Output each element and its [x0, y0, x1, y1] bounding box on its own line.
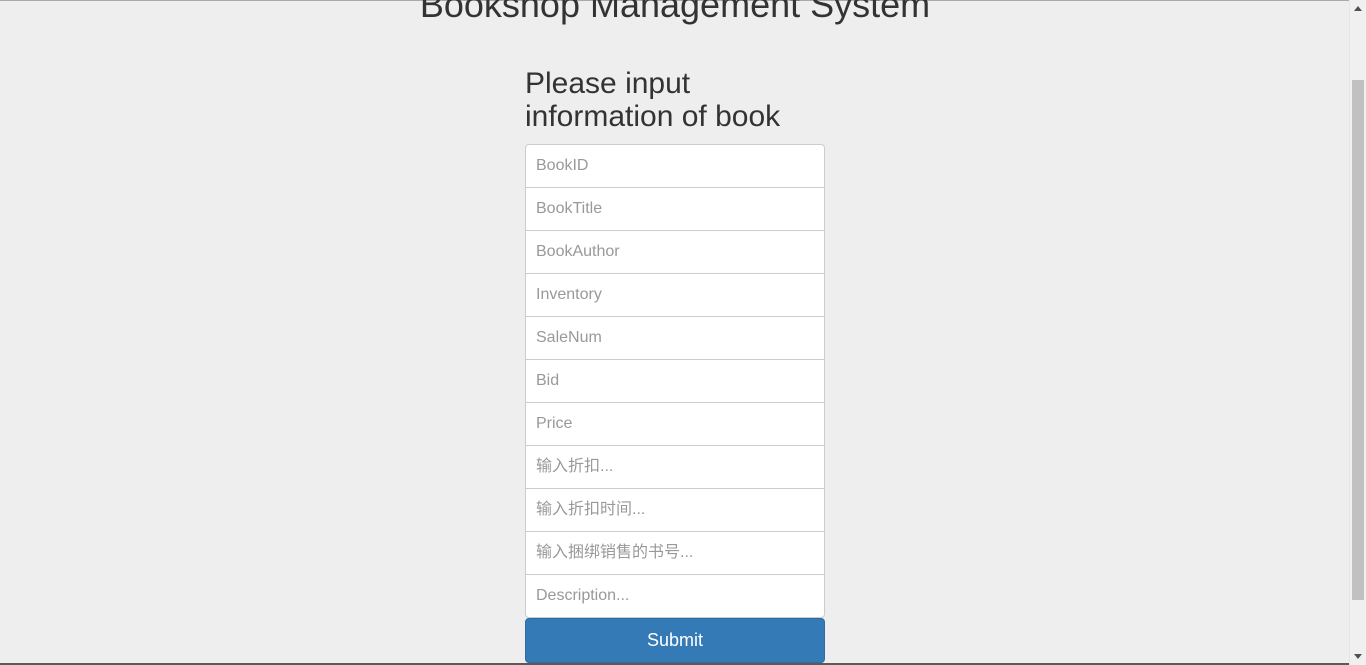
form-heading: Please input information of book: [525, 67, 781, 133]
book-id-input[interactable]: [525, 144, 825, 188]
bid-input[interactable]: [525, 359, 825, 403]
submit-button[interactable]: Submit: [525, 618, 825, 663]
arrow-down-icon[interactable]: [1350, 648, 1366, 665]
book-info-form: [525, 144, 825, 618]
vertical-scrollbar[interactable]: [1349, 0, 1366, 665]
price-input[interactable]: [525, 402, 825, 446]
book-author-input[interactable]: [525, 230, 825, 274]
description-input[interactable]: [525, 574, 825, 618]
arrow-up-icon[interactable]: [1350, 0, 1366, 17]
bundle-book-id-input[interactable]: [525, 531, 825, 575]
site-title: Bookshop Management System: [419, 0, 931, 25]
page: Bookshop Management System Please input …: [0, 0, 1366, 665]
inventory-input[interactable]: [525, 273, 825, 317]
sale-num-input[interactable]: [525, 316, 825, 360]
discount-input[interactable]: [525, 445, 825, 489]
scrollbar-thumb[interactable]: [1352, 80, 1364, 600]
book-title-input[interactable]: [525, 187, 825, 231]
discount-time-input[interactable]: [525, 488, 825, 532]
